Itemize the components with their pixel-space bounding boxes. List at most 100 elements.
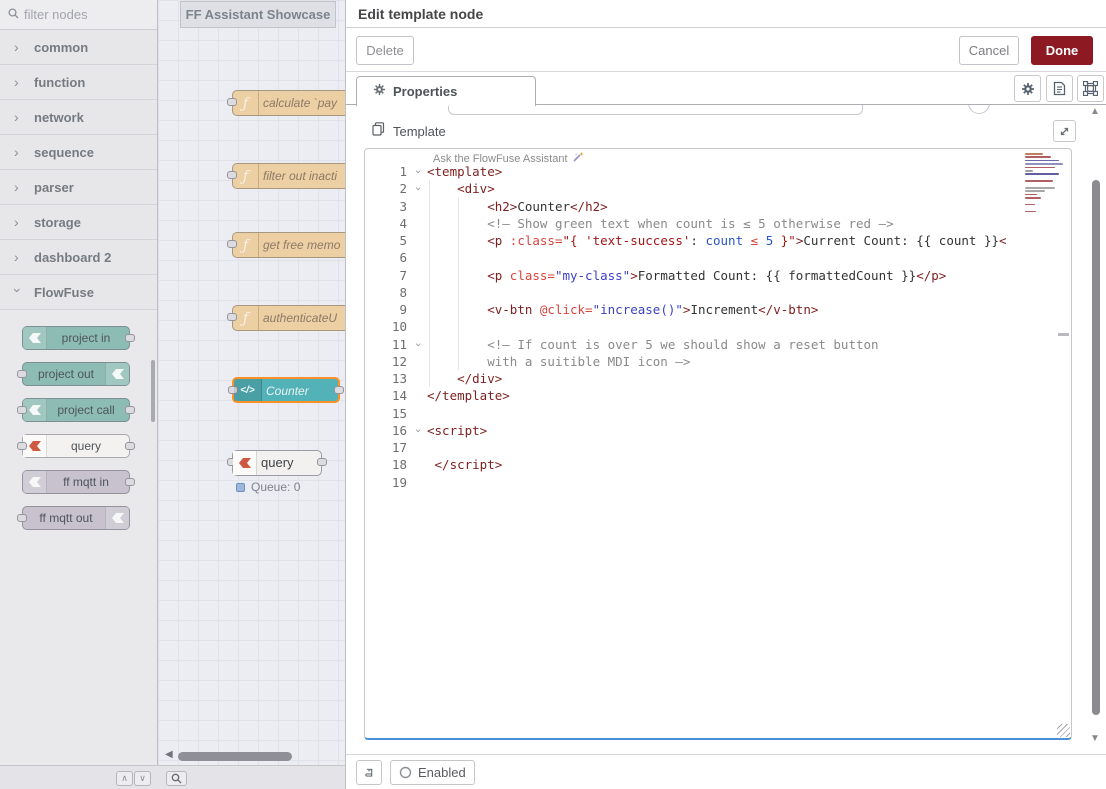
appearance-frame-icon-button[interactable] <box>1077 75 1104 102</box>
fold-chevron-icon[interactable]: › <box>410 163 427 180</box>
function-icon: ƒ <box>233 233 259 257</box>
scrolled-field-partial[interactable] <box>448 105 863 115</box>
description-document-icon-button[interactable] <box>1046 75 1073 102</box>
input-port[interactable] <box>17 514 27 522</box>
template-code-editor[interactable]: Ask the FlowFuse Assistant 1›<template>2… <box>364 148 1072 740</box>
input-port[interactable] <box>17 406 27 414</box>
code-line-19[interactable]: 19 <box>365 474 1071 491</box>
palette-scrollbar[interactable] <box>151 360 155 422</box>
code-line-7[interactable]: 7 <p class="my-class">Formatted Count: {… <box>365 267 1071 284</box>
code-line-16[interactable]: 16›<script> <box>365 422 1071 439</box>
scrolled-circle-partial <box>968 105 990 114</box>
enabled-toggle-button[interactable]: Enabled <box>390 760 475 785</box>
code-line-17[interactable]: 17 <box>365 439 1071 456</box>
output-port[interactable] <box>125 442 135 450</box>
palette-category-sequence[interactable]: › sequence <box>0 135 157 170</box>
function-node-filter[interactable]: ƒ filter out inacti <box>232 163 345 189</box>
code-line-3[interactable]: 3 <h2>Counter</h2> <box>365 198 1071 215</box>
flowfuse-logo-icon <box>233 451 257 475</box>
cancel-button[interactable]: Cancel <box>959 36 1019 65</box>
palette-node-query[interactable]: query <box>22 434 130 458</box>
function-node-memory[interactable]: ƒ get free memo <box>232 232 345 258</box>
palette-footer: ∧ ∨ <box>0 765 158 789</box>
line-number: 19 <box>365 474 410 491</box>
dialog-scroll-up-icon[interactable]: ▲ <box>1090 106 1100 117</box>
code-line-9[interactable]: 9 <v-btn @click="increase()">Increment</… <box>365 301 1071 318</box>
done-button[interactable]: Done <box>1031 36 1093 65</box>
code-line-4[interactable]: 4 <!— Show green text when count is ≤ 5 … <box>365 215 1071 232</box>
template-node-counter-selected[interactable]: </> Counter <box>232 377 340 403</box>
code-line-10[interactable]: 10 <box>365 318 1071 335</box>
output-port[interactable] <box>125 334 135 342</box>
palette-category-network[interactable]: › network <box>0 100 157 135</box>
line-number: 8 <box>365 284 410 301</box>
dialog-scrollbar[interactable] <box>1092 180 1100 715</box>
code-line-18[interactable]: 18 </script> <box>365 456 1071 473</box>
palette-category-parser[interactable]: › parser <box>0 170 157 205</box>
output-port[interactable] <box>334 386 344 394</box>
dialog-header: Edit template node <box>346 0 1106 28</box>
docs-book-button[interactable] <box>356 760 382 785</box>
node-palette: filter nodes › common › function › netwo… <box>0 0 158 765</box>
code-line-11[interactable]: 11› <!— If count is over 5 we should sho… <box>365 336 1071 353</box>
code-text <box>427 439 1071 456</box>
fold-chevron-icon[interactable]: › <box>410 422 427 439</box>
palette-category-function[interactable]: › function <box>0 65 157 100</box>
output-port[interactable] <box>125 406 135 414</box>
line-number: 14 <box>365 387 410 404</box>
input-port[interactable] <box>17 442 27 450</box>
flow-tab[interactable]: FF Assistant Showcase <box>180 1 336 28</box>
properties-gear-icon-button[interactable] <box>1014 75 1041 102</box>
fold-gutter <box>410 215 427 232</box>
palette-node-project-call[interactable]: project call <box>22 398 130 422</box>
code-line-6[interactable]: 6 <box>365 249 1071 266</box>
palette-collapse-up-button[interactable]: ∧ <box>116 771 133 786</box>
editor-expand-button[interactable] <box>1053 120 1076 142</box>
code-line-8[interactable]: 8 <box>365 284 1071 301</box>
code-line-1[interactable]: 1›<template> <box>365 163 1071 180</box>
palette-category-flowfuse[interactable]: › FlowFuse <box>0 275 157 310</box>
fold-gutter <box>410 405 427 422</box>
code-line-5[interactable]: 5 <p :class="{ 'text-success': count ≤ 5… <box>365 232 1071 249</box>
code-line-14[interactable]: 14 </template> <box>365 387 1071 404</box>
delete-button[interactable]: Delete <box>356 36 414 65</box>
tab-properties[interactable]: Properties <box>356 76 536 106</box>
canvas-scroll-left-icon[interactable]: ◀ <box>165 749 173 760</box>
function-node-authenticate[interactable]: ƒ authenticateU <box>232 305 345 331</box>
palette-node-project-in[interactable]: project in <box>22 326 130 350</box>
palette-node-ff-mqtt-in[interactable]: ff mqtt in <box>22 470 130 494</box>
code-line-2[interactable]: 2› <div> <box>365 180 1071 197</box>
editor-minimap[interactable] <box>1025 153 1065 214</box>
canvas-zoom-search-button[interactable] <box>166 771 187 786</box>
code-lines[interactable]: 1›<template>2› <div>3 <h2>Counter</h2>4 … <box>365 163 1071 491</box>
editor-resize-grip[interactable] <box>1057 724 1070 737</box>
flowfuse-logo-icon <box>105 507 129 529</box>
dialog-scroll-down-icon[interactable]: ▼ <box>1090 733 1100 744</box>
line-number: 3 <box>365 198 410 215</box>
flow-canvas[interactable]: FF Assistant Showcase ƒ calculate `pay ƒ… <box>158 0 345 765</box>
palette-category-dashboard-2[interactable]: › dashboard 2 <box>0 240 157 275</box>
input-port[interactable] <box>17 370 27 378</box>
query-node[interactable]: query <box>232 450 322 476</box>
code-line-12[interactable]: 12 with a suitible MDI icon —> <box>365 353 1071 370</box>
dialog-tab-row: Properties <box>346 72 1106 105</box>
fold-chevron-icon[interactable]: › <box>410 336 427 353</box>
code-text: </template> <box>427 387 1071 404</box>
palette-collapse-down-button[interactable]: ∨ <box>134 771 151 786</box>
line-number: 5 <box>365 232 410 249</box>
code-line-13[interactable]: 13 </div> <box>365 370 1071 387</box>
output-port[interactable] <box>317 458 327 466</box>
function-icon: ƒ <box>233 91 259 115</box>
palette-category-common[interactable]: › common <box>0 30 157 65</box>
function-node-calculate[interactable]: ƒ calculate `pay <box>232 90 345 116</box>
copy-pages-icon <box>372 122 386 141</box>
fold-chevron-icon[interactable]: › <box>410 180 427 197</box>
canvas-horizontal-scrollbar[interactable] <box>178 752 292 761</box>
output-port[interactable] <box>125 478 135 486</box>
palette-node-ff-mqtt-out[interactable]: ff mqtt out <box>22 506 130 530</box>
palette-category-storage[interactable]: › storage <box>0 205 157 240</box>
line-number: 18 <box>365 456 410 473</box>
palette-search[interactable]: filter nodes <box>0 0 157 30</box>
palette-node-project-out[interactable]: project out <box>22 362 130 386</box>
code-line-15[interactable]: 15 <box>365 405 1071 422</box>
